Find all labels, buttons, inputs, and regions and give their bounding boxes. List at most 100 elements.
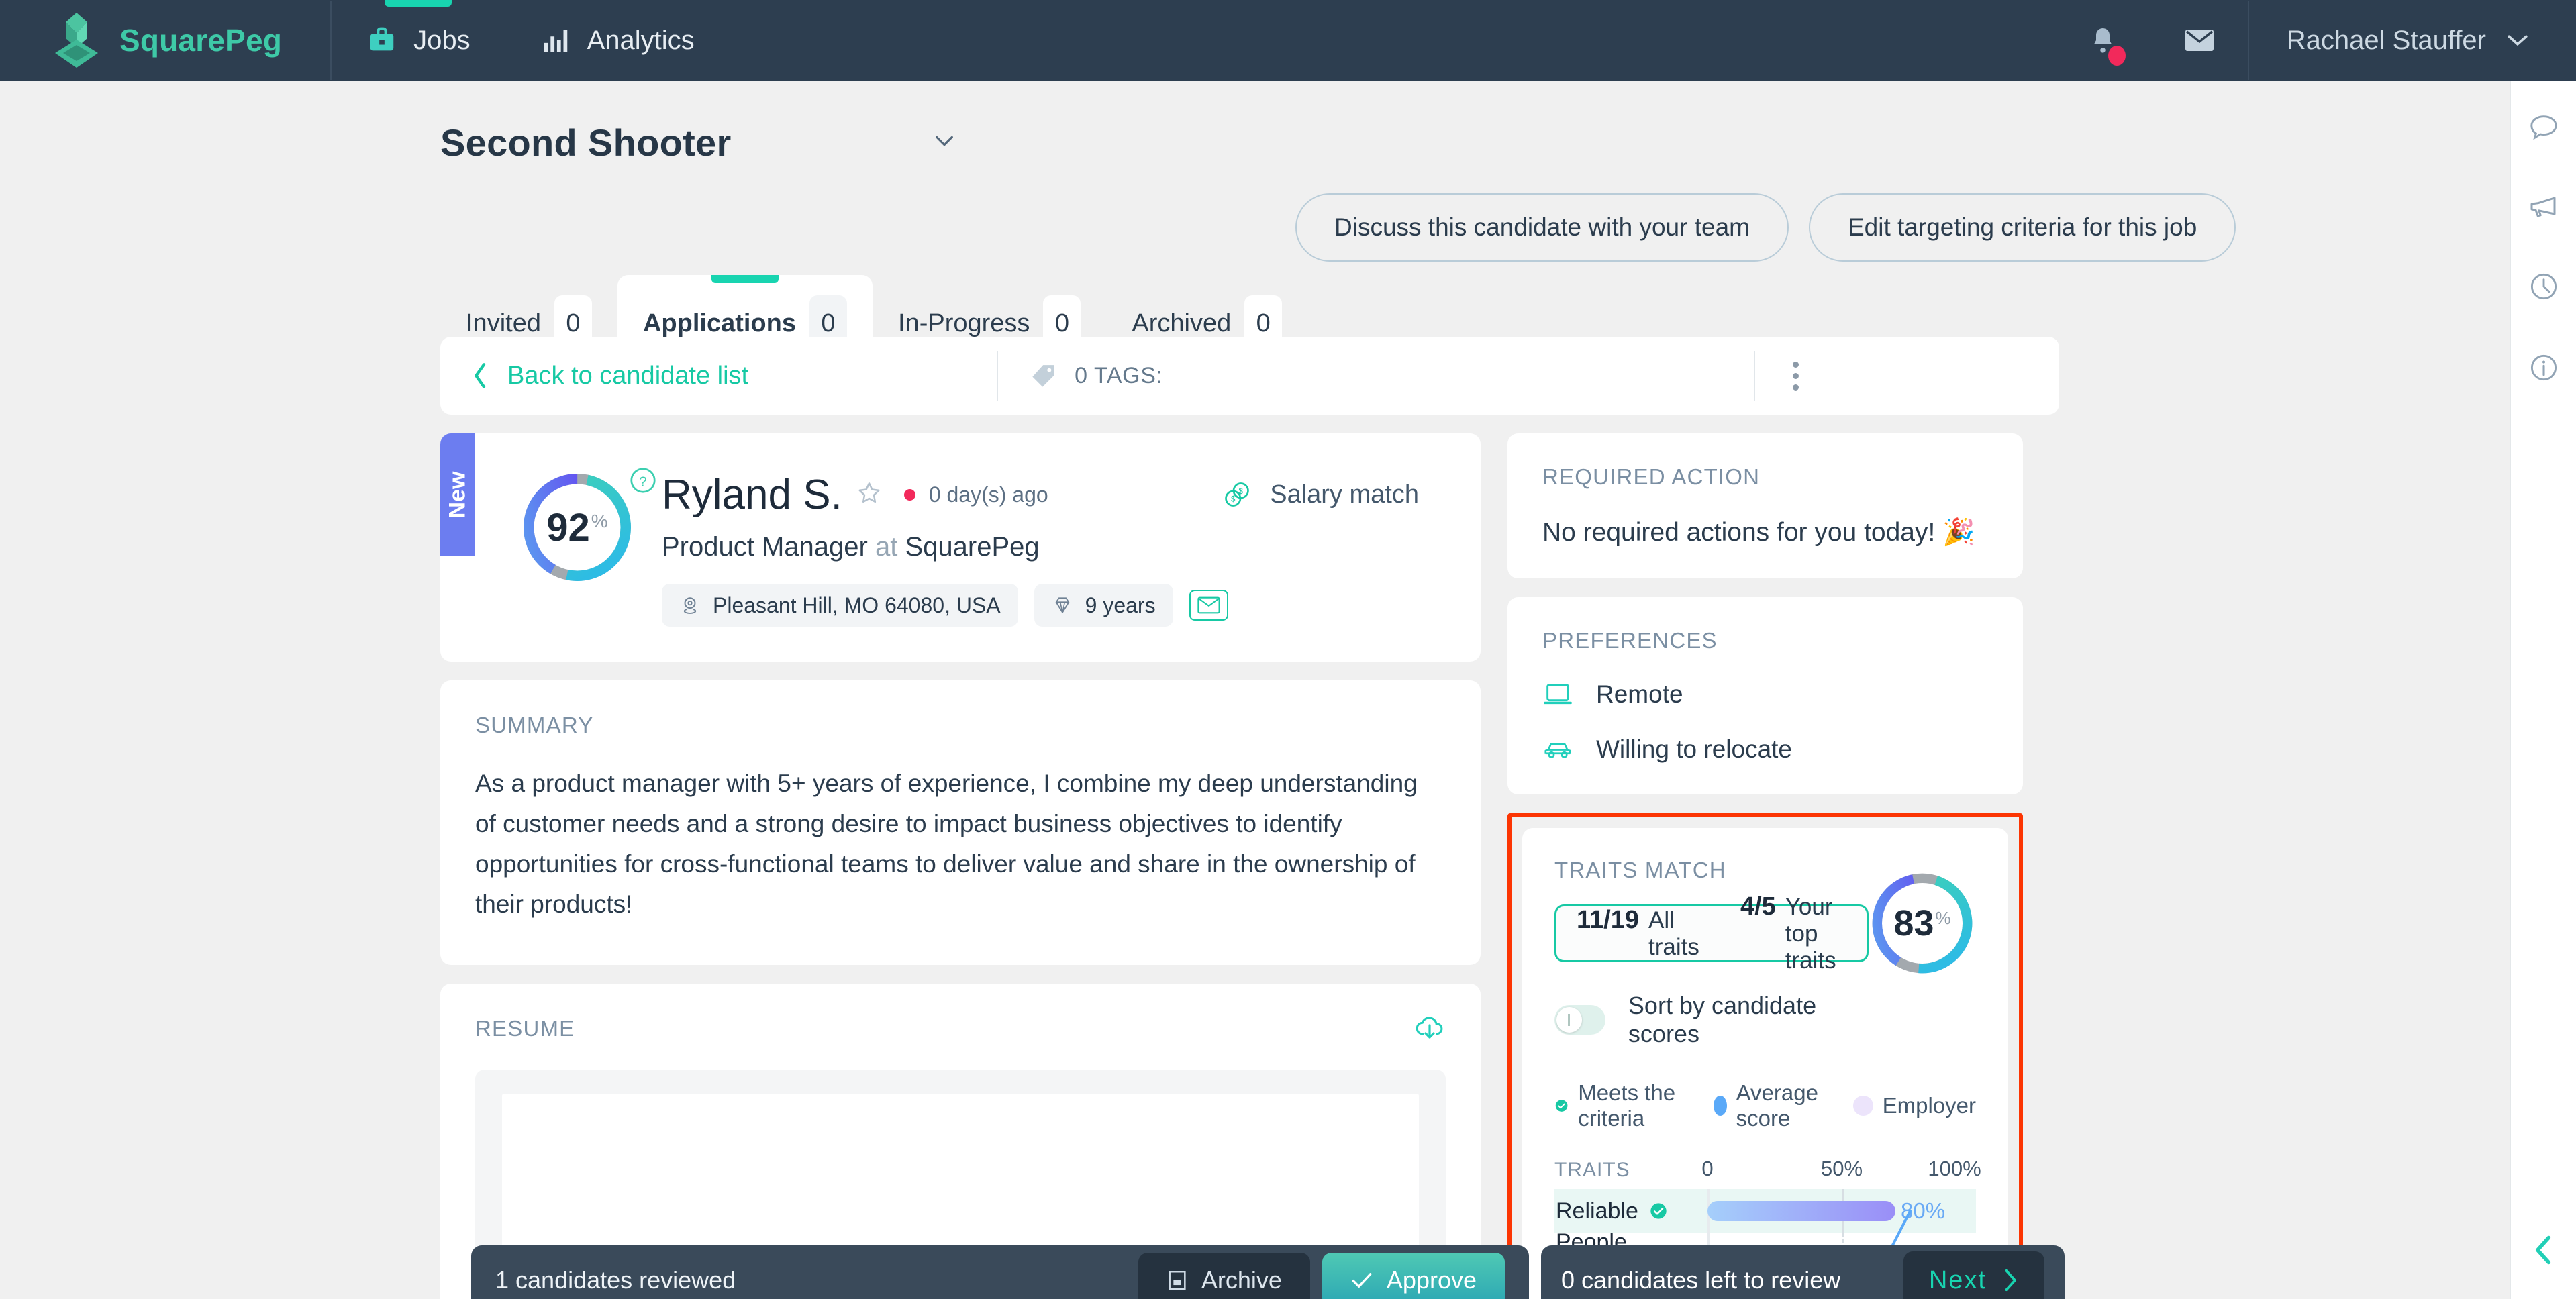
candidate-header-card: New $ $ Salary match 92 % ? Ryland S. 0 … [440, 433, 1481, 662]
chevron-right-icon [2005, 1269, 2016, 1292]
preference-relocate: Willing to relocate [1542, 735, 1988, 764]
laptop-icon [1544, 684, 1572, 705]
more-vertical-icon[interactable] [1792, 361, 1799, 391]
trait-value-label: 80% [1901, 1198, 1946, 1223]
tab-label: Invited [466, 309, 541, 337]
clock-icon[interactable] [2528, 271, 2559, 305]
back-link-label: Back to candidate list [507, 361, 749, 390]
new-badge-label: New [444, 471, 470, 518]
approve-button[interactable]: Approve [1322, 1253, 1505, 1299]
check-circle-icon [1650, 1203, 1667, 1219]
segment-all-traits[interactable]: 11/19 All traits [1556, 906, 1720, 961]
segment-your-top-traits[interactable]: 4/5 Your top traits [1720, 892, 1867, 974]
traits-left: TRAITS MATCH 11/19 All traits 4/5 Your t… [1554, 858, 1869, 1048]
salary-match-indicator: $ $ Salary match [1222, 479, 1419, 510]
star-outline-icon[interactable] [856, 480, 883, 510]
next-label: Next [1928, 1265, 1987, 1294]
sort-toggle-label: Sort by candidate scores [1628, 992, 1817, 1047]
map-pin-icon [683, 597, 697, 614]
candidate-header-inner: 92 % ? Ryland S. 0 day(s) ago Product Ma… [440, 433, 1481, 662]
axis-tick-100: 100% [1928, 1157, 1981, 1180]
info-icon[interactable] [2528, 352, 2559, 386]
nav-right-group: Rachael Stauffer [2054, 0, 2576, 81]
check-icon [1352, 1273, 1372, 1288]
next-button[interactable]: Next [1903, 1251, 2044, 1299]
email-candidate-button[interactable] [1189, 590, 1228, 621]
tab-label: In-Progress [898, 309, 1030, 337]
megaphone-icon[interactable] [2528, 193, 2560, 224]
content-columns: New $ $ Salary match 92 % ? Ryland S. 0 … [440, 433, 2059, 1299]
summary-text: As a product manager with 5+ years of ex… [475, 770, 1418, 918]
archive-label: Archive [1201, 1266, 1282, 1294]
top-navigation-bar: SquarePeg Jobs Analytics Rachael Stauffe… [0, 0, 2576, 81]
tags-section[interactable]: 0 TAGS: [1030, 362, 1162, 389]
notifications-button[interactable] [2054, 24, 2151, 66]
briefcase-icon [370, 27, 394, 51]
notification-badge [2108, 46, 2126, 66]
bar-chart-icon [544, 30, 567, 52]
new-indicator-dot [903, 489, 915, 501]
top-traits-label: Your top traits [1785, 894, 1836, 974]
tab-label: Archived [1132, 309, 1232, 337]
traits-segmented-control[interactable]: 11/19 All traits 4/5 Your top traits [1554, 892, 1869, 974]
nav-item-label: Jobs [413, 25, 470, 55]
chat-bubble-icon[interactable] [2528, 113, 2559, 146]
user-menu[interactable]: Rachael Stauffer [2249, 25, 2576, 56]
back-to-candidate-list-button[interactable]: Back to candidate list [473, 362, 748, 391]
all-traits-value: 11/19 [1577, 906, 1639, 934]
job-header: Second Shooter [440, 121, 956, 164]
preferences-label: PREFERENCES [1542, 628, 1718, 653]
experience-label: 9 years [1085, 592, 1156, 617]
trait-bar-cell: 80% [1707, 1189, 1976, 1233]
traits-score-percent-sign: % [1935, 907, 1951, 928]
brand-logo-area[interactable]: SquarePeg [48, 10, 282, 70]
job-selector-caret[interactable] [933, 134, 956, 152]
candidate-name: Ryland S. [662, 472, 842, 518]
envelope-icon [2185, 30, 2214, 51]
archive-icon [1169, 1270, 1186, 1290]
preference-label: Willing to relocate [1596, 735, 1793, 763]
question-circle-icon[interactable]: ? [628, 466, 658, 499]
messages-button[interactable] [2151, 27, 2248, 54]
discuss-candidate-button[interactable]: Discuss this candidate with your team [1295, 193, 1789, 262]
collapse-panel-button[interactable] [2532, 1234, 2555, 1269]
candidate-chips: Pleasant Hill, MO 64080, USA 9 years [662, 584, 1448, 627]
squarepeg-logo-icon [55, 13, 98, 68]
download-cloud-icon[interactable] [1414, 1013, 1446, 1046]
all-traits-label: All traits [1648, 907, 1699, 960]
archive-button[interactable]: Archive [1138, 1253, 1310, 1299]
required-action-card: REQUIRED ACTION No required actions for … [1507, 433, 2023, 578]
experience-chip: 9 years [1034, 584, 1173, 627]
chevron-left-icon [2535, 1235, 2550, 1265]
traits-legend: Meets the criteria Average score Employe… [1554, 1080, 1976, 1131]
tag-icon [1032, 365, 1054, 387]
location-label: Pleasant Hill, MO 64080, USA [713, 592, 1001, 617]
legend-meets-criteria: Meets the criteria [1554, 1080, 1691, 1131]
trait-row-reliable: Reliable 80% [1554, 1189, 1976, 1233]
traits-score-number: 83 [1893, 903, 1934, 943]
sort-by-candidate-scores-toggle[interactable] [1554, 1005, 1605, 1035]
salary-match-label: Salary match [1270, 480, 1419, 509]
legend-label: Meets the criteria [1578, 1080, 1676, 1131]
applied-ago-label: 0 day(s) ago [928, 482, 1048, 507]
new-badge: New [440, 433, 475, 556]
nav-item-jobs[interactable]: Jobs [332, 0, 505, 81]
check-circle-icon [1555, 1100, 1568, 1112]
nav-item-analytics[interactable]: Analytics [505, 0, 730, 81]
role-company: SquarePeg [905, 532, 1040, 562]
legend-label: Employer [1882, 1093, 1976, 1118]
main-content: Back to candidate list 0 TAGS: New $ $ S… [440, 337, 2059, 1299]
legend-employer: Employer [1852, 1093, 1976, 1119]
score-percent-sign: % [591, 511, 608, 531]
chart-axis-top: 0 50% 100% [1701, 1151, 1981, 1189]
role-at: at [875, 532, 898, 562]
summary-section-label: SUMMARY [475, 713, 594, 737]
diamond-icon [1055, 597, 1069, 613]
right-icon-rail [2510, 81, 2576, 1299]
traits-score-ring: 83 % [1869, 870, 1976, 977]
axis-tick-0: 0 [1701, 1157, 1714, 1180]
traits-score-value: 83 % [1869, 870, 1976, 977]
page-body: Second Shooter Discuss this candidate wi… [0, 81, 2510, 1299]
edit-targeting-criteria-button[interactable]: Edit targeting criteria for this job [1809, 193, 2236, 262]
review-action-bar: 1 candidates reviewed Archive Approve [471, 1245, 1529, 1299]
